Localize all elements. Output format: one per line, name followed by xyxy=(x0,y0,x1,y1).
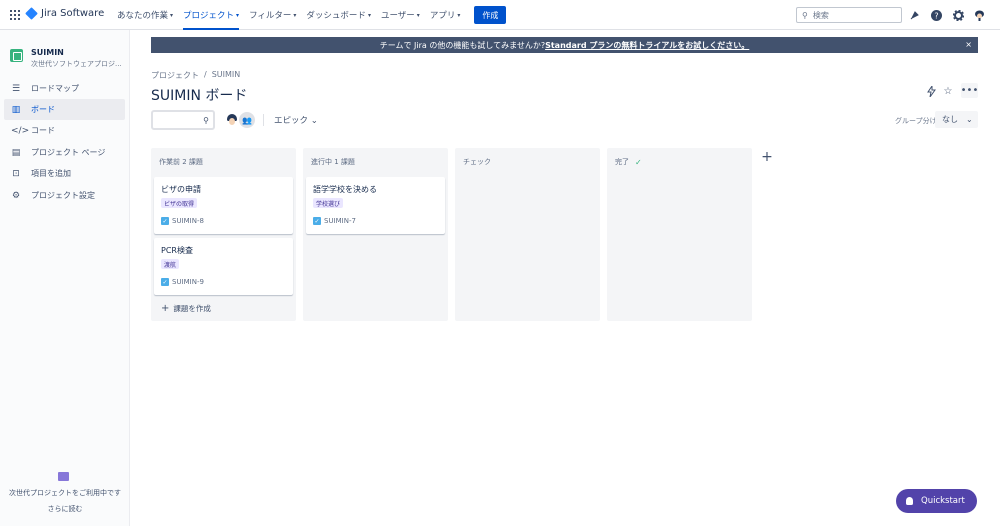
project-type: 次世代ソフトウェアプロジ... xyxy=(31,60,122,68)
issue-card[interactable]: 語学学校を決める 学校選び ✓ SUIMIN-7 xyxy=(306,177,445,234)
breadcrumb-project[interactable]: SUIMIN xyxy=(212,70,241,81)
project-name: SUIMIN xyxy=(31,48,64,57)
star-icon[interactable]: ☆ xyxy=(941,84,955,98)
add-column-button[interactable]: + xyxy=(759,149,775,165)
breadcrumb-projects[interactable]: プロジェクト xyxy=(151,70,199,81)
roadmap-icon: ☰ xyxy=(11,83,21,94)
issue-key: ✓ SUIMIN-9 xyxy=(161,278,204,286)
chevron-down-icon: ▾ xyxy=(416,11,420,19)
profile-avatar-icon[interactable] xyxy=(973,9,985,21)
add-people-icon[interactable]: 👥 xyxy=(239,112,255,128)
page-title: SUIMIN ボード xyxy=(151,88,248,104)
top-navigation: Jira Software あなたの作業 ▾ プロジェクト ▾ フィルター ▾ ダッシ… xyxy=(0,0,1000,30)
issue-key: ✓ SUIMIN-7 xyxy=(313,217,356,225)
lightbulb-icon xyxy=(906,497,913,505)
help-icon[interactable]: ? xyxy=(930,9,942,21)
nav-menu: あなたの作業 ▾ プロジェクト ▾ フィルター ▾ ダッシュボード ▾ ユーザー ▾ アプ… xyxy=(117,0,507,30)
column-header: 進行中 1 課題 xyxy=(311,158,355,166)
nav-people[interactable]: ユーザー ▾ xyxy=(381,0,420,30)
settings-icon: ⚙ xyxy=(11,190,21,201)
nav-filters[interactable]: フィルター ▾ xyxy=(249,0,296,30)
chevron-down-icon: ▾ xyxy=(367,11,371,19)
next-gen-notice: 次世代プロジェクトをご利用中です xyxy=(9,489,121,497)
card-title: ビザの申請 xyxy=(161,185,201,194)
breadcrumb-separator: / xyxy=(204,70,207,79)
plus-icon: + xyxy=(161,303,170,314)
group-by-label: グループ分け xyxy=(895,117,937,125)
add-item-icon: ⊡ xyxy=(12,168,20,179)
nav-apps[interactable]: アプリ ▾ xyxy=(430,0,461,30)
issue-card[interactable]: PCR検査 渡航 ✓ SUIMIN-9 xyxy=(154,238,293,295)
issue-card[interactable]: ビザの申請 ビザの取得 ✓ SUIMIN-8 xyxy=(154,177,293,234)
user-avatar[interactable] xyxy=(224,112,240,128)
sidebar-item-code[interactable]: </> コード xyxy=(4,120,125,141)
nav-your-work[interactable]: あなたの作業 ▾ xyxy=(117,0,173,30)
chevron-down-icon: ⌄ xyxy=(310,116,318,126)
toolbar-divider xyxy=(263,114,264,126)
search-icon: ⚲ xyxy=(203,115,209,125)
column-review: チェック xyxy=(455,148,600,321)
task-checkbox-icon: ✓ xyxy=(161,278,169,286)
notification-icon[interactable] xyxy=(909,9,921,21)
code-icon: </> xyxy=(11,125,30,136)
quickstart-button[interactable]: Quickstart xyxy=(896,489,977,513)
svg-text:?: ? xyxy=(934,11,938,20)
create-button[interactable]: 作成 xyxy=(474,6,507,24)
chevron-down-icon: ▾ xyxy=(236,11,240,19)
card-title: 語学学校を決める xyxy=(313,185,377,194)
project-avatar-icon xyxy=(10,49,23,62)
page-icon: ▤ xyxy=(11,147,21,158)
sidebar: SUIMIN 次世代ソフトウェアプロジ... ☰ ロードマップ ▥ ボード </… xyxy=(0,30,130,526)
search-input[interactable]: ⚲ 検索 xyxy=(796,7,902,23)
nav-dashboards[interactable]: ダッシュボード ▾ xyxy=(306,0,371,30)
nav-projects[interactable]: プロジェクト ▾ xyxy=(183,0,240,30)
chevron-down-icon: ▾ xyxy=(457,11,461,19)
close-icon[interactable]: × xyxy=(965,40,972,49)
search-placeholder: 検索 xyxy=(812,10,829,20)
banner-trial-link[interactable]: Standard プランの無料トライアルをお試しください。 xyxy=(545,40,749,51)
sidebar-item-roadmap[interactable]: ☰ ロードマップ xyxy=(4,78,125,99)
settings-icon[interactable] xyxy=(952,9,964,21)
trial-banner: チームで Jira の他の機能も試してみませんか? Standard プランの無… xyxy=(151,37,978,53)
group-by-select[interactable]: なし ⌄ xyxy=(935,111,978,128)
logo-text: Jira Software xyxy=(41,8,105,19)
banner-text: チームで Jira の他の機能も試してみませんか? xyxy=(379,40,546,50)
chevron-down-icon: ▾ xyxy=(293,11,297,19)
sidebar-item-project-pages[interactable]: ▤ プロジェクト ページ xyxy=(4,142,125,163)
lightning-icon[interactable] xyxy=(924,84,938,98)
jira-logo[interactable]: Jira Software xyxy=(25,7,105,20)
check-icon: ✓ xyxy=(635,157,642,167)
epic-badge: 渡航 xyxy=(161,259,180,269)
epic-badge: ビザの取得 xyxy=(161,198,198,208)
search-icon: ⚲ xyxy=(802,10,808,20)
create-issue-button[interactable]: + 課題を作成 xyxy=(161,303,211,314)
epic-badge: 学校選び xyxy=(313,198,344,208)
column-done: 完了 ✓ xyxy=(607,148,752,321)
sidebar-item-board[interactable]: ▥ ボード xyxy=(4,99,125,120)
app-switcher-icon[interactable] xyxy=(10,10,20,20)
more-options-icon[interactable]: ••• xyxy=(961,83,978,98)
column-header: チェック xyxy=(463,158,491,166)
breadcrumb: プロジェクト / SUIMIN xyxy=(151,70,240,81)
learn-more-link[interactable]: さらに読む xyxy=(0,504,130,514)
column-header: 作業前 2 課題 xyxy=(159,158,203,166)
column-header: 完了 ✓ xyxy=(615,157,642,167)
card-title: PCR検査 xyxy=(161,246,193,255)
chevron-down-icon: ⌄ xyxy=(966,115,973,124)
project-header[interactable]: SUIMIN 次世代ソフトウェアプロジ... xyxy=(10,48,122,69)
task-checkbox-icon: ✓ xyxy=(313,217,321,225)
jira-logo-icon xyxy=(25,7,38,20)
next-gen-project-icon xyxy=(58,472,69,481)
chevron-down-icon: ▾ xyxy=(170,11,174,19)
issue-key: ✓ SUIMIN-8 xyxy=(161,217,204,225)
column-todo: 作業前 2 課題 ビザの申請 ビザの取得 ✓ SUIMIN-8 PCR検査 渡航… xyxy=(151,148,296,321)
board-search-input[interactable]: ⚲ xyxy=(151,110,215,130)
task-checkbox-icon: ✓ xyxy=(161,217,169,225)
column-in-progress: 進行中 1 課題 語学学校を決める 学校選び ✓ SUIMIN-7 xyxy=(303,148,448,321)
sidebar-item-project-settings[interactable]: ⚙ プロジェクト設定 xyxy=(4,185,125,206)
board-icon: ▥ xyxy=(11,104,21,115)
sidebar-item-add-item[interactable]: ⊡ 項目を追加 xyxy=(4,163,125,184)
epic-filter-dropdown[interactable]: エピック ⌄ xyxy=(274,114,318,126)
